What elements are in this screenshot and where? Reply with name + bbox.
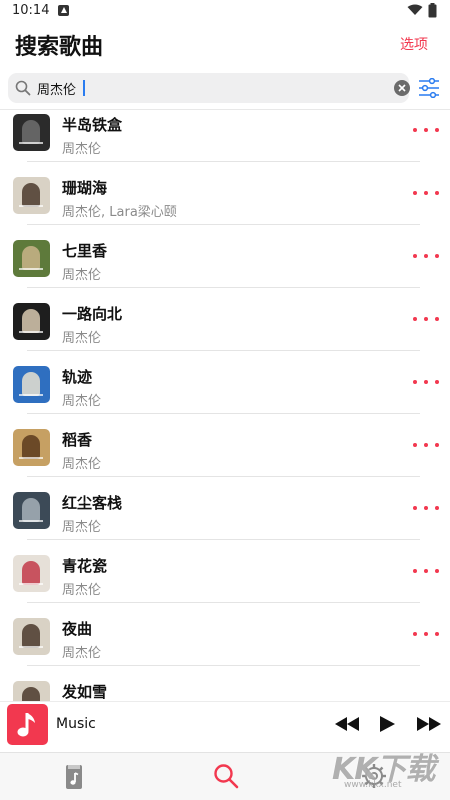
app-screen: 10:14 搜索歌曲 选项 周杰伦 半岛铁盒 周杰伦 珊瑚海 周杰伦, Lara… xyxy=(0,0,450,800)
row-divider xyxy=(27,287,420,288)
watermark-logo: KK下载 www.kkx.net xyxy=(332,744,450,800)
song-artist: 周杰伦 xyxy=(62,142,102,157)
watermark-url: www.kkx.net xyxy=(344,780,402,790)
song-title: 发如雪 xyxy=(62,683,108,701)
song-artist: 周杰伦, Lara梁心颐 xyxy=(62,205,177,220)
song-row[interactable]: 一路向北 周杰伦 xyxy=(0,299,450,362)
now-playing-title: Music xyxy=(56,716,96,732)
now-playing-art xyxy=(7,704,48,745)
row-divider xyxy=(27,413,420,414)
song-row[interactable]: 轨迹 周杰伦 xyxy=(0,362,450,425)
song-row[interactable]: 夜曲 周杰伦 xyxy=(0,614,450,677)
more-options-button[interactable] xyxy=(413,626,439,642)
album-art xyxy=(13,240,50,277)
album-art xyxy=(13,555,50,592)
song-title: 青花瓷 xyxy=(62,557,108,575)
search-box[interactable] xyxy=(8,73,410,103)
filter-icon[interactable] xyxy=(418,78,440,98)
more-options-button[interactable] xyxy=(413,122,439,138)
album-art xyxy=(13,429,50,466)
song-row[interactable]: 稻香 周杰伦 xyxy=(0,425,450,488)
search-input[interactable] xyxy=(37,77,377,99)
song-title: 一路向北 xyxy=(62,305,123,323)
album-art xyxy=(13,366,50,403)
song-title: 轨迹 xyxy=(62,368,93,386)
previous-track-button[interactable] xyxy=(334,715,360,733)
row-divider xyxy=(27,476,420,477)
more-options-button[interactable] xyxy=(413,248,439,264)
song-title: 珊瑚海 xyxy=(62,179,108,197)
song-row[interactable]: 红尘客栈 周杰伦 xyxy=(0,488,450,551)
clear-search-icon[interactable] xyxy=(394,80,410,96)
song-artist: 周杰伦 xyxy=(62,331,102,346)
song-title: 七里香 xyxy=(62,242,108,260)
album-art xyxy=(13,177,50,214)
row-divider xyxy=(27,665,420,666)
row-divider xyxy=(27,539,420,540)
album-art xyxy=(13,681,50,702)
album-art xyxy=(13,303,50,340)
more-options-button[interactable] xyxy=(413,437,439,453)
options-button[interactable]: 选项 xyxy=(400,34,428,54)
row-divider xyxy=(27,224,420,225)
wifi-icon xyxy=(407,4,423,15)
more-options-button[interactable] xyxy=(413,311,439,327)
song-row[interactable]: 青花瓷 周杰伦 xyxy=(0,551,450,614)
song-artist: 周杰伦 xyxy=(62,394,102,409)
song-artist: 周杰伦 xyxy=(62,520,102,535)
song-artist: 周杰伦 xyxy=(62,268,102,283)
song-row[interactable]: 珊瑚海 周杰伦, Lara梁心颐 xyxy=(0,173,450,236)
row-divider xyxy=(27,161,420,162)
battery-icon xyxy=(428,3,437,18)
tab-library[interactable] xyxy=(63,763,85,791)
play-button[interactable] xyxy=(378,715,396,733)
song-title: 半岛铁盒 xyxy=(62,116,123,134)
song-artist: 周杰伦 xyxy=(62,646,102,661)
row-divider xyxy=(27,602,420,603)
status-bar: 10:14 xyxy=(0,0,450,24)
song-title: 红尘客栈 xyxy=(62,494,123,512)
more-options-button[interactable] xyxy=(413,374,439,390)
next-track-button[interactable] xyxy=(416,715,442,733)
page-title: 搜索歌曲 xyxy=(15,35,104,60)
song-artist: 周杰伦 xyxy=(62,457,102,472)
search-icon xyxy=(15,80,31,96)
album-art xyxy=(13,492,50,529)
tab-search[interactable] xyxy=(213,763,239,789)
row-divider xyxy=(27,350,420,351)
album-art xyxy=(13,618,50,655)
text-caret xyxy=(83,80,85,96)
more-options-button[interactable] xyxy=(413,185,439,201)
song-list[interactable]: 半岛铁盒 周杰伦 珊瑚海 周杰伦, Lara梁心颐 七里香 周杰伦 一路向北 周… xyxy=(0,110,450,702)
song-artist: 周杰伦 xyxy=(62,583,102,598)
more-options-button[interactable] xyxy=(413,563,439,579)
song-title: 稻香 xyxy=(62,431,93,449)
album-art xyxy=(13,114,50,151)
music-note-icon xyxy=(17,713,35,737)
more-options-button[interactable] xyxy=(413,500,439,516)
song-title: 夜曲 xyxy=(62,620,93,638)
song-row[interactable]: 发如雪 xyxy=(0,677,450,702)
song-row[interactable]: 半岛铁盒 周杰伦 xyxy=(0,110,450,173)
song-row[interactable]: 七里香 周杰伦 xyxy=(0,236,450,299)
notification-app-icon xyxy=(58,5,69,16)
status-time: 10:14 xyxy=(12,3,50,18)
